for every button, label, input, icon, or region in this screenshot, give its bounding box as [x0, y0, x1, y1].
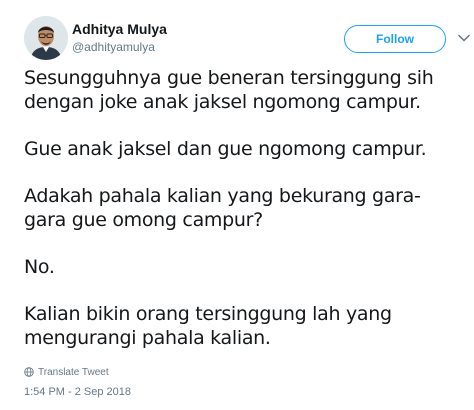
user-handle[interactable]: @adhityamulya [72, 40, 155, 54]
tweet-paragraph: Adakah pahala kalian yang bekurang gara-… [24, 184, 464, 232]
tweet-header: Adhitya Mulya @adhityamulya Follow [24, 16, 470, 62]
user-name[interactable]: Adhitya Mulya [72, 21, 167, 37]
tweet-paragraph: Sesungguhnya gue beneran tersinggung sih… [24, 66, 464, 114]
tweet-line: gara gue omong campur? [24, 209, 263, 231]
tweet-line: mengurangi pahala kalian. [24, 327, 271, 349]
chevron-down-icon[interactable] [456, 30, 472, 46]
tweet-paragraph: No. [24, 255, 464, 279]
tweet-card: Adhitya Mulya @adhityamulya Follow Sesun… [0, 0, 474, 410]
tweet-paragraph: Kalian bikin orang tersinggung lah yang … [24, 302, 464, 350]
globe-icon [24, 367, 34, 377]
tweet-paragraph: Gue anak jaksel dan gue ngomong campur. [24, 137, 464, 161]
tweet-line: Adakah pahala kalian yang bekurang gara- [24, 185, 421, 207]
tweet-line: Sesungguhnya gue beneran tersinggung sih [24, 67, 434, 89]
avatar[interactable] [24, 16, 68, 60]
tweet-text: Sesungguhnya gue beneran tersinggung sih… [24, 66, 464, 373]
tweet-line: Kalian bikin orang tersinggung lah yang [24, 303, 392, 325]
translate-tweet-link[interactable]: Translate Tweet [24, 365, 109, 379]
translate-label: Translate Tweet [38, 366, 109, 378]
tweet-timestamp[interactable]: 1:54 PM - 2 Sep 2018 [24, 386, 131, 398]
tweet-line: Gue anak jaksel dan gue ngomong campur. [24, 138, 427, 160]
follow-button[interactable]: Follow [344, 25, 446, 53]
tweet-line: dengan joke anak jaksel ngomong campur. [24, 91, 421, 113]
tweet-line: No. [24, 256, 55, 278]
